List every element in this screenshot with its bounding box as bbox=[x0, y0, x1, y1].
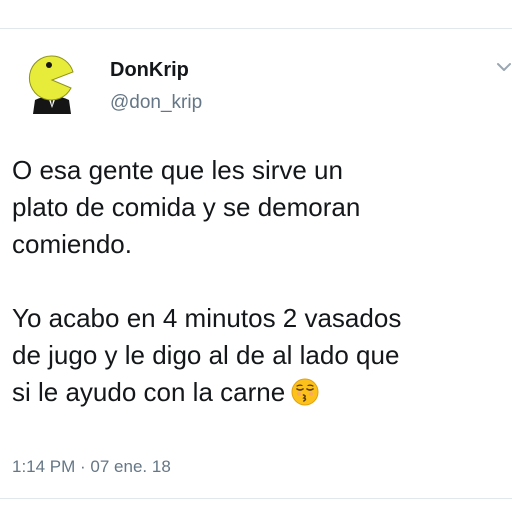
tweet-line-last: si le ayudo con la carne bbox=[12, 374, 508, 411]
tweet-line-text: si le ayudo con la carne bbox=[12, 377, 286, 407]
tweet-line: plato de comida y se demoran bbox=[12, 192, 361, 222]
top-divider bbox=[0, 28, 512, 29]
bottom-divider bbox=[0, 498, 512, 499]
tweet-text: O esa gente que les sirve un plato de co… bbox=[12, 152, 508, 411]
user-handle[interactable]: @don_krip bbox=[110, 91, 202, 115]
kissing-face-emoji-icon bbox=[291, 378, 319, 406]
avatar-icon[interactable] bbox=[19, 48, 85, 114]
tweet-line: de jugo y le digo al de al lado que bbox=[12, 340, 400, 370]
display-name[interactable]: DonKrip bbox=[110, 58, 189, 82]
tweet-line: Yo acabo en 4 minutos 2 vasados bbox=[12, 303, 402, 333]
tweet-line: comiendo. bbox=[12, 229, 132, 259]
chevron-down-icon[interactable] bbox=[496, 60, 512, 74]
tweet-line: O esa gente que les sirve un bbox=[12, 155, 343, 185]
tweet-card: DonKrip @don_krip O esa gente que les si… bbox=[0, 0, 512, 512]
tweet-timestamp[interactable]: 1:14 PM · 07 ene. 18 bbox=[12, 456, 171, 478]
